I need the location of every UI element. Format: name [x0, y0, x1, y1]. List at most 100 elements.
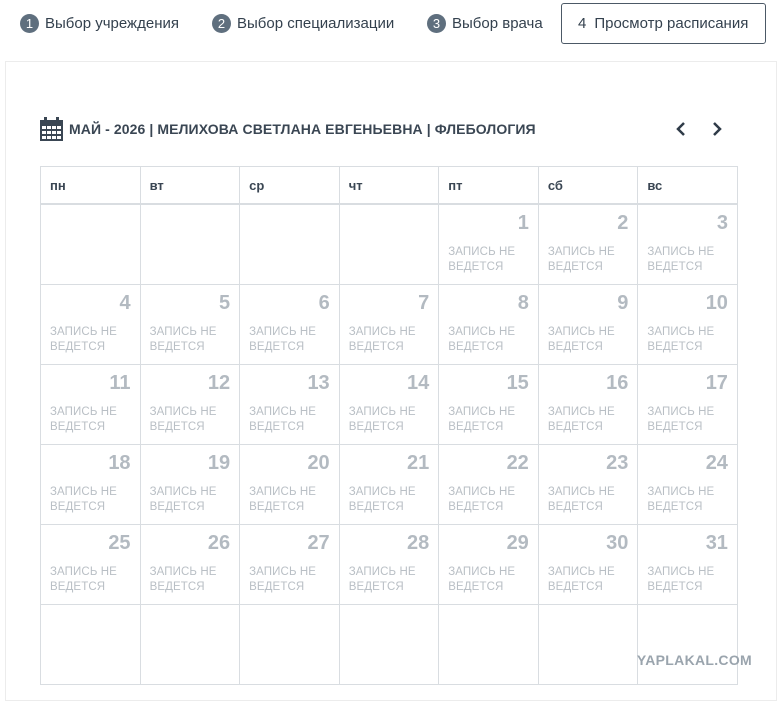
day-status: ЗАПИСЬ НЕ ВЕДЕТСЯ	[50, 486, 117, 513]
calendar-week-row: 1 ЗАПИСЬ НЕ ВЕДЕТСЯ 2 ЗАПИСЬ НЕ ВЕДЕТСЯ 3 ЗАП…	[41, 205, 738, 285]
day-number: 20	[307, 452, 330, 474]
day-status: ЗАПИСЬ НЕ ВЕДЕТСЯ	[149, 486, 217, 513]
step-number: 4	[578, 15, 587, 32]
calendar-day-cell[interactable]: 12 ЗАПИСЬ НЕ ВЕДЕТСЯ	[140, 365, 241, 445]
day-number: 6	[318, 292, 330, 314]
day-number: 28	[407, 532, 430, 554]
calendar-day-cell[interactable]: 7 ЗАПИСЬ НЕ ВЕДЕТСЯ	[339, 285, 440, 365]
calendar-day-cell[interactable]: 1 ЗАПИСЬ НЕ ВЕДЕТСЯ	[439, 205, 539, 285]
day-status: ЗАПИСЬ НЕ ВЕДЕТСЯ	[249, 486, 317, 513]
calendar-day-cell	[140, 605, 241, 685]
calendar-day-cell[interactable]: 26 ЗАПИСЬ НЕ ВЕДЕТСЯ	[140, 525, 241, 605]
wizard-steps: 1 Выбор учреждения 2 Выбор специализации…	[0, 0, 779, 48]
calendar-day-cell[interactable]: 18 ЗАПИСЬ НЕ ВЕДЕТСЯ	[41, 445, 141, 525]
day-number: 19	[207, 452, 231, 474]
day-number: 3	[716, 212, 728, 234]
day-number: 26	[207, 532, 231, 554]
calendar-day-cell[interactable]: 30 ЗАПИСЬ НЕ ВЕДЕТСЯ	[538, 525, 639, 605]
day-number: 23	[606, 452, 629, 474]
day-number: 16	[606, 372, 629, 394]
calendar-day-cell[interactable]: 20 ЗАПИСЬ НЕ ВЕДЕТСЯ	[240, 445, 340, 525]
next-month-button[interactable]	[707, 118, 727, 140]
calendar-day-cell	[439, 605, 539, 685]
weekday-header: пт	[439, 167, 539, 205]
day-status: ЗАПИСЬ НЕ ВЕДЕТСЯ	[348, 406, 416, 433]
calendar-day-cell[interactable]: 13 ЗАПИСЬ НЕ ВЕДЕТСЯ	[240, 365, 340, 445]
day-status: ЗАПИСЬ НЕ ВЕДЕТСЯ	[50, 566, 117, 593]
calendar-day-cell[interactable]: 3 ЗАПИСЬ НЕ ВЕДЕТСЯ	[638, 205, 738, 285]
calendar-day-cell[interactable]: 21 ЗАПИСЬ НЕ ВЕДЕТСЯ	[339, 445, 440, 525]
day-number: 14	[407, 372, 430, 394]
day-number: 15	[506, 372, 529, 394]
calendar-day-cell[interactable]: 28 ЗАПИСЬ НЕ ВЕДЕТСЯ	[339, 525, 440, 605]
calendar-day-cell[interactable]: 27 ЗАПИСЬ НЕ ВЕДЕТСЯ	[240, 525, 340, 605]
day-number: 2	[617, 212, 629, 234]
day-number: 30	[606, 532, 629, 554]
chevron-left-icon	[676, 122, 685, 136]
day-number: 12	[207, 372, 231, 394]
calendar-day-cell[interactable]: 17 ЗАПИСЬ НЕ ВЕДЕТСЯ	[638, 365, 738, 445]
calendar-day-cell[interactable]: 16 ЗАПИСЬ НЕ ВЕДЕТСЯ	[538, 365, 639, 445]
day-number: 10	[705, 292, 728, 314]
day-status: ЗАПИСЬ НЕ ВЕДЕТСЯ	[647, 326, 715, 353]
calendar-week-row	[41, 605, 738, 685]
weekday-header: вс	[638, 167, 738, 205]
day-number: 11	[109, 372, 131, 394]
calendar-day-cell[interactable]: 6 ЗАПИСЬ НЕ ВЕДЕТСЯ	[240, 285, 340, 365]
chevron-right-icon	[713, 122, 722, 136]
day-status: ЗАПИСЬ НЕ ВЕДЕТСЯ	[647, 566, 715, 593]
day-status: ЗАПИСЬ НЕ ВЕДЕТСЯ	[50, 406, 117, 433]
day-status: ЗАПИСЬ НЕ ВЕДЕТСЯ	[547, 246, 615, 273]
calendar-day-cell[interactable]: 11 ЗАПИСЬ НЕ ВЕДЕТСЯ	[41, 365, 141, 445]
calendar-day-cell	[339, 205, 440, 285]
day-status: ЗАПИСЬ НЕ ВЕДЕТСЯ	[547, 486, 615, 513]
day-number: 22	[506, 452, 529, 474]
day-number: 1	[517, 212, 529, 234]
day-number: 4	[119, 292, 131, 314]
day-status: ЗАПИСЬ НЕ ВЕДЕТСЯ	[149, 566, 217, 593]
calendar-day-cell[interactable]: 10 ЗАПИСЬ НЕ ВЕДЕТСЯ	[638, 285, 738, 365]
step-select-doctor[interactable]: 3 Выбор врача	[427, 3, 543, 44]
calendar-week-row: 11 ЗАПИСЬ НЕ ВЕДЕТСЯ 12 ЗАПИСЬ НЕ ВЕДЕТСЯ 13…	[41, 365, 738, 445]
calendar-day-cell[interactable]: 23 ЗАПИСЬ НЕ ВЕДЕТСЯ	[538, 445, 639, 525]
day-status: ЗАПИСЬ НЕ ВЕДЕТСЯ	[249, 566, 317, 593]
day-number: 24	[705, 452, 728, 474]
calendar-day-cell	[41, 605, 141, 685]
calendar-day-cell[interactable]: 24 ЗАПИСЬ НЕ ВЕДЕТСЯ	[638, 445, 738, 525]
day-status: ЗАПИСЬ НЕ ВЕДЕТСЯ	[448, 246, 516, 273]
calendar-day-cell[interactable]: 22 ЗАПИСЬ НЕ ВЕДЕТСЯ	[439, 445, 539, 525]
calendar-day-cell[interactable]: 14 ЗАПИСЬ НЕ ВЕДЕТСЯ	[339, 365, 440, 445]
day-number: 17	[705, 372, 728, 394]
calendar-day-cell	[240, 605, 340, 685]
calendar-icon	[40, 117, 63, 141]
calendar-day-cell[interactable]: 29 ЗАПИСЬ НЕ ВЕДЕТСЯ	[439, 525, 539, 605]
day-number: 9	[617, 292, 629, 314]
day-number: 7	[418, 292, 430, 314]
step-select-institution[interactable]: 1 Выбор учреждения	[20, 3, 179, 44]
step-number: 2	[212, 14, 231, 33]
day-status: ЗАПИСЬ НЕ ВЕДЕТСЯ	[448, 566, 516, 593]
day-status: ЗАПИСЬ НЕ ВЕДЕТСЯ	[249, 326, 317, 353]
day-number: 5	[219, 292, 231, 314]
calendar-day-cell[interactable]: 8 ЗАПИСЬ НЕ ВЕДЕТСЯ	[439, 285, 539, 365]
prev-month-button[interactable]	[671, 118, 691, 140]
calendar-title: МАЙ - 2026 | МЕЛИХОВА СВЕТЛАНА ЕВГЕНЬЕВН…	[69, 121, 536, 137]
step-view-schedule[interactable]: 4 Просмотр расписания	[561, 3, 766, 44]
calendar-day-cell[interactable]: 15 ЗАПИСЬ НЕ ВЕДЕТСЯ	[439, 365, 539, 445]
calendar-day-cell[interactable]: 31 ЗАПИСЬ НЕ ВЕДЕТСЯ	[638, 525, 738, 605]
calendar-day-cell[interactable]: 25 ЗАПИСЬ НЕ ВЕДЕТСЯ	[41, 525, 141, 605]
calendar-day-cell[interactable]: 19 ЗАПИСЬ НЕ ВЕДЕТСЯ	[140, 445, 241, 525]
calendar-day-cell[interactable]: 5 ЗАПИСЬ НЕ ВЕДЕТСЯ	[140, 285, 241, 365]
calendar-grid: пн вт ср чт пт сб вс 1 ЗАПИСЬ НЕ ВЕДЕТСЯ 2…	[40, 166, 738, 685]
weekday-header: чт	[339, 167, 440, 205]
step-label: Выбор врача	[452, 15, 543, 32]
calendar-day-cell	[240, 205, 340, 285]
day-status: ЗАПИСЬ НЕ ВЕДЕТСЯ	[348, 486, 416, 513]
step-number: 1	[20, 14, 39, 33]
calendar-day-cell[interactable]: 4 ЗАПИСЬ НЕ ВЕДЕТСЯ	[41, 285, 141, 365]
calendar-week-row: 4 ЗАПИСЬ НЕ ВЕДЕТСЯ 5 ЗАПИСЬ НЕ ВЕДЕТСЯ 6 ЗАП…	[41, 285, 738, 365]
calendar-header: МАЙ - 2026 | МЕЛИХОВА СВЕТЛАНА ЕВГЕНЬЕВН…	[40, 116, 536, 142]
calendar-day-cell[interactable]: 2 ЗАПИСЬ НЕ ВЕДЕТСЯ	[538, 205, 639, 285]
step-select-specialization[interactable]: 2 Выбор специализации	[212, 3, 394, 44]
calendar-day-cell[interactable]: 9 ЗАПИСЬ НЕ ВЕДЕТСЯ	[538, 285, 639, 365]
